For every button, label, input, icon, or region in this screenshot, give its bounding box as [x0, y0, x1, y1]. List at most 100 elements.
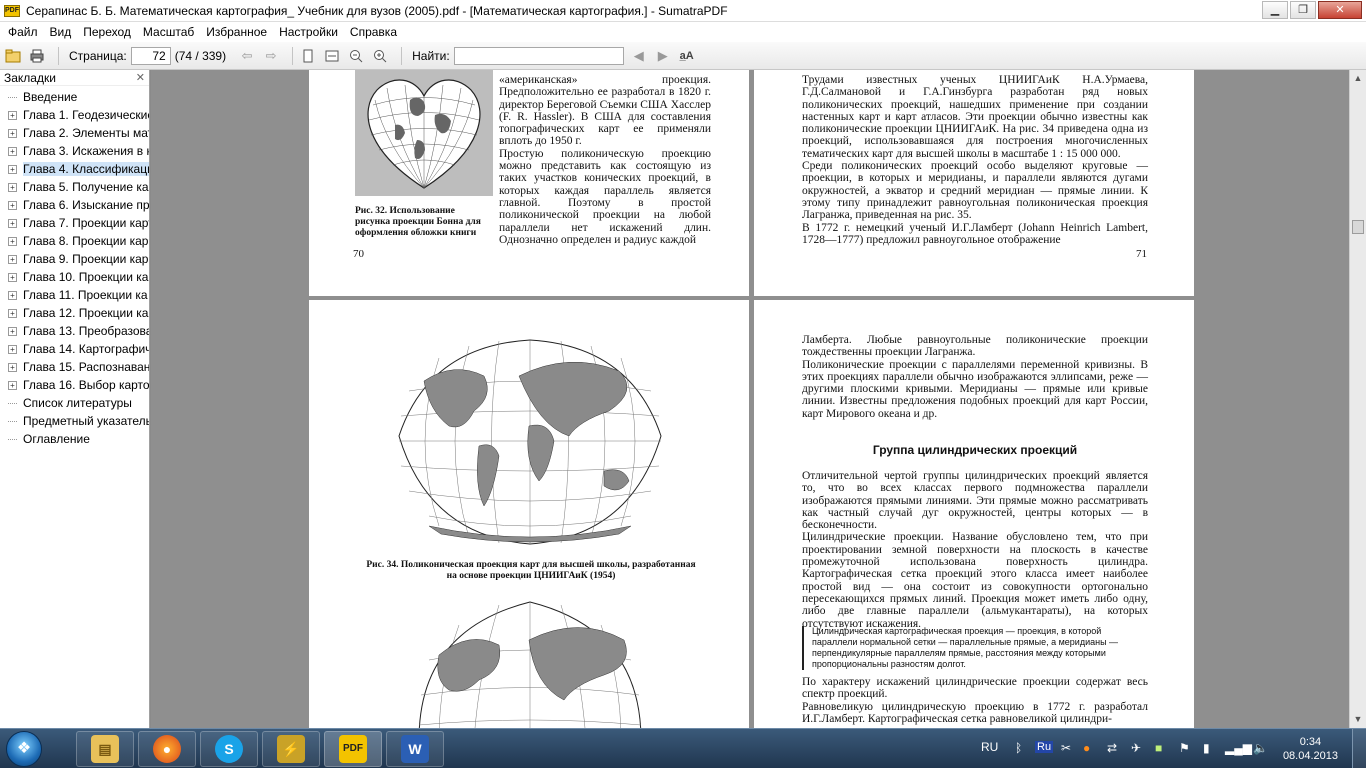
find-input[interactable]: [453, 46, 624, 65]
fit-width-icon[interactable]: [323, 47, 341, 65]
expand-icon[interactable]: +: [8, 200, 17, 210]
bookmark-item[interactable]: + Глава 14. Картографич: [0, 340, 149, 358]
menu-file[interactable]: Файл: [2, 25, 44, 39]
menu-favorites[interactable]: Избранное: [200, 25, 273, 39]
bookmark-item[interactable]: + Глава 10. Проекции ка: [0, 268, 149, 286]
bookmark-item[interactable]: Предметный указатель: [0, 412, 149, 430]
print-icon[interactable]: [28, 47, 46, 65]
bookmark-item[interactable]: + Глава 7. Проекции карт: [0, 214, 149, 232]
find-previous-icon[interactable]: ◀: [630, 47, 648, 65]
start-button[interactable]: ❖: [6, 731, 42, 767]
page-73-body-text: Отличительной чертой группы цилиндрическ…: [802, 470, 1148, 630]
action-center-icon[interactable]: ⚑: [1179, 741, 1190, 755]
tree-line: [8, 96, 17, 98]
match-case-icon[interactable]: a̲A: [678, 47, 696, 65]
toolbar-separator: [401, 46, 403, 65]
expand-icon[interactable]: +: [8, 272, 17, 282]
back-arrow-icon[interactable]: ⇦: [238, 47, 256, 65]
expand-icon[interactable]: +: [8, 146, 17, 156]
fit-page-icon[interactable]: [299, 47, 317, 65]
document-view[interactable]: Рис. 32. Использование рисунка проекции …: [151, 70, 1349, 728]
open-icon[interactable]: [4, 47, 22, 65]
network-icon[interactable]: ▂▄▆: [1225, 741, 1252, 755]
bookmark-item[interactable]: + Глава 2. Элементы мат: [0, 124, 149, 142]
sumatrapdf-icon: PDF: [339, 735, 367, 763]
scroll-up-icon[interactable]: ▲: [1350, 70, 1366, 87]
close-sidebar-icon[interactable]: ✕: [136, 71, 145, 84]
expand-icon[interactable]: +: [8, 164, 17, 174]
window-title: Серапинас Б. Б. Математическая картограф…: [26, 3, 728, 18]
bookmark-item[interactable]: Список литературы: [0, 394, 149, 412]
expand-icon[interactable]: +: [8, 380, 17, 390]
menu-settings[interactable]: Настройки: [273, 25, 344, 39]
zoom-in-icon[interactable]: [371, 47, 389, 65]
expand-icon[interactable]: +: [8, 236, 17, 246]
bookmark-label: Глава 2. Элементы мат: [23, 126, 149, 140]
menu-go[interactable]: Переход: [77, 25, 137, 39]
find-next-icon[interactable]: ▶: [654, 47, 672, 65]
page-count: (74 / 339): [174, 48, 227, 63]
close-button[interactable]: ✕: [1318, 1, 1362, 19]
bookmark-item[interactable]: + Глава 1. Геодезические: [0, 106, 149, 124]
bookmark-item[interactable]: Введение: [0, 88, 149, 106]
bookmark-item[interactable]: + Глава 16. Выбор карто: [0, 376, 149, 394]
bookmark-label: Глава 1. Геодезические: [23, 108, 149, 122]
menu-view[interactable]: Вид: [44, 25, 78, 39]
menu-zoom[interactable]: Масштаб: [137, 25, 200, 39]
windows-logo-icon: ❖: [16, 740, 32, 757]
scrollbar-thumb[interactable]: [1352, 220, 1364, 234]
utility-icon[interactable]: ✈: [1131, 741, 1141, 755]
language-indicator[interactable]: RU: [981, 740, 998, 754]
bookmark-item[interactable]: + Глава 11. Проекции ка: [0, 286, 149, 304]
scroll-down-icon[interactable]: ▼: [1350, 711, 1366, 728]
menu-help[interactable]: Справка: [344, 25, 403, 39]
zoom-out-icon[interactable]: [347, 47, 365, 65]
expand-icon[interactable]: +: [8, 362, 17, 372]
bookmark-item[interactable]: + Глава 9. Проекции кар: [0, 250, 149, 268]
page-number-input[interactable]: [130, 46, 171, 65]
maximize-button[interactable]: ❐: [1290, 1, 1316, 19]
expand-icon[interactable]: +: [8, 344, 17, 354]
volume-icon[interactable]: 🔈: [1253, 741, 1268, 755]
taskbar-sumatrapdf[interactable]: PDF: [324, 731, 382, 767]
taskbar-word[interactable]: W: [386, 731, 444, 767]
taskbar-explorer[interactable]: ▤: [76, 731, 134, 767]
bookmark-item[interactable]: + Глава 15. Распознавани: [0, 358, 149, 376]
bookmark-item[interactable]: + Глава 5. Получение ка: [0, 178, 149, 196]
sync-icon[interactable]: ⇄: [1107, 741, 1117, 755]
expand-icon[interactable]: +: [8, 218, 17, 228]
network-tool-icon[interactable]: ✂: [1061, 741, 1071, 755]
taskbar-skype[interactable]: S: [200, 731, 258, 767]
bookmark-item[interactable]: + Глава 8. Проекции кар: [0, 232, 149, 250]
expand-icon[interactable]: +: [8, 182, 17, 192]
forward-arrow-icon[interactable]: ⇨: [262, 47, 280, 65]
expand-icon[interactable]: +: [8, 110, 17, 120]
expand-icon[interactable]: +: [8, 254, 17, 264]
expand-icon[interactable]: +: [8, 128, 17, 138]
bluetooth-icon[interactable]: ᛒ: [1015, 741, 1022, 755]
taskbar-winamp[interactable]: ⚡: [262, 731, 320, 767]
expand-icon[interactable]: +: [8, 308, 17, 318]
avast-icon[interactable]: ●: [1083, 741, 1090, 755]
bookmark-item[interactable]: + Глава 3. Искажения в к: [0, 142, 149, 160]
winamp-icon: ⚡: [277, 735, 305, 763]
bookmark-item[interactable]: + Глава 6. Изыскание пр: [0, 196, 149, 214]
minimize-button[interactable]: ▁: [1262, 1, 1288, 19]
bookmark-item[interactable]: + Глава 12. Проекции ка: [0, 304, 149, 322]
bookmark-item[interactable]: + Глава 4. Классификаци: [0, 160, 149, 178]
bookmark-label: Список литературы: [23, 396, 132, 410]
clock[interactable]: 0:34 08.04.2013: [1283, 735, 1338, 763]
expand-icon[interactable]: +: [8, 290, 17, 300]
keyboard-layout-icon[interactable]: Ru: [1035, 741, 1054, 753]
taskbar-firefox[interactable]: ●: [138, 731, 196, 767]
tree-line: [8, 402, 17, 404]
expand-icon[interactable]: +: [8, 326, 17, 336]
show-desktop-button[interactable]: [1352, 729, 1366, 768]
page-71-text: Трудами известных ученых ЦНИИГАиК Н.А.Ур…: [802, 74, 1148, 246]
bookmark-item[interactable]: + Глава 13. Преобразова: [0, 322, 149, 340]
bookmarks-tree: Введение + Глава 1. Геодезические + Глава 2.…: [0, 86, 149, 448]
battery-icon[interactable]: ▮: [1203, 741, 1210, 755]
tray-app-icon[interactable]: ■: [1155, 741, 1162, 755]
vertical-scrollbar[interactable]: ▲ ▼: [1349, 70, 1366, 728]
bookmark-item[interactable]: Оглавление: [0, 430, 149, 448]
